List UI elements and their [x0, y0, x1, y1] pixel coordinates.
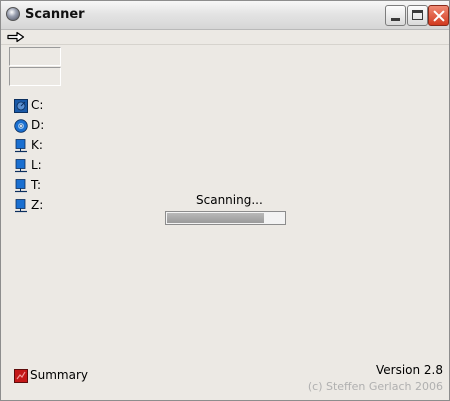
hard-drive-icon — [14, 99, 28, 113]
minimize-button[interactable] — [385, 5, 406, 26]
toolbar — [1, 30, 449, 45]
maximize-button[interactable] — [407, 5, 428, 26]
arrow-right-icon[interactable] — [7, 31, 25, 43]
drive-label: T: — [31, 178, 42, 192]
drive-label: Z: — [31, 198, 44, 212]
title-bar[interactable]: Scanner — [1, 1, 449, 30]
network-drive-icon — [15, 199, 27, 213]
drive-label: C: — [31, 98, 44, 112]
network-drive-icon — [15, 159, 27, 173]
drive-label: D: — [31, 118, 45, 132]
network-drive-icon — [15, 179, 27, 193]
summary-label: Summary — [30, 368, 88, 382]
close-button[interactable] — [428, 5, 449, 26]
copyright-text: (c) Steffen Gerlach 2006 — [307, 380, 443, 393]
scan-status-text: Scanning... — [196, 193, 263, 207]
version-text: Version 2.8 — [375, 363, 443, 377]
drive-label: L: — [31, 158, 42, 172]
network-drive-icon — [15, 139, 27, 153]
drive-label: K: — [31, 138, 43, 152]
info-field-1 — [9, 47, 61, 66]
window-title: Scanner — [25, 7, 85, 22]
cd-rom-icon — [14, 119, 28, 133]
info-field-2 — [9, 67, 61, 86]
scanner-window: Scanner C: D: K: L: T: Z: Scanning... Su… — [0, 0, 450, 401]
scan-progress-bar — [165, 211, 286, 225]
summary-icon — [14, 369, 28, 383]
app-icon — [6, 7, 20, 21]
progress-fill — [167, 213, 264, 223]
